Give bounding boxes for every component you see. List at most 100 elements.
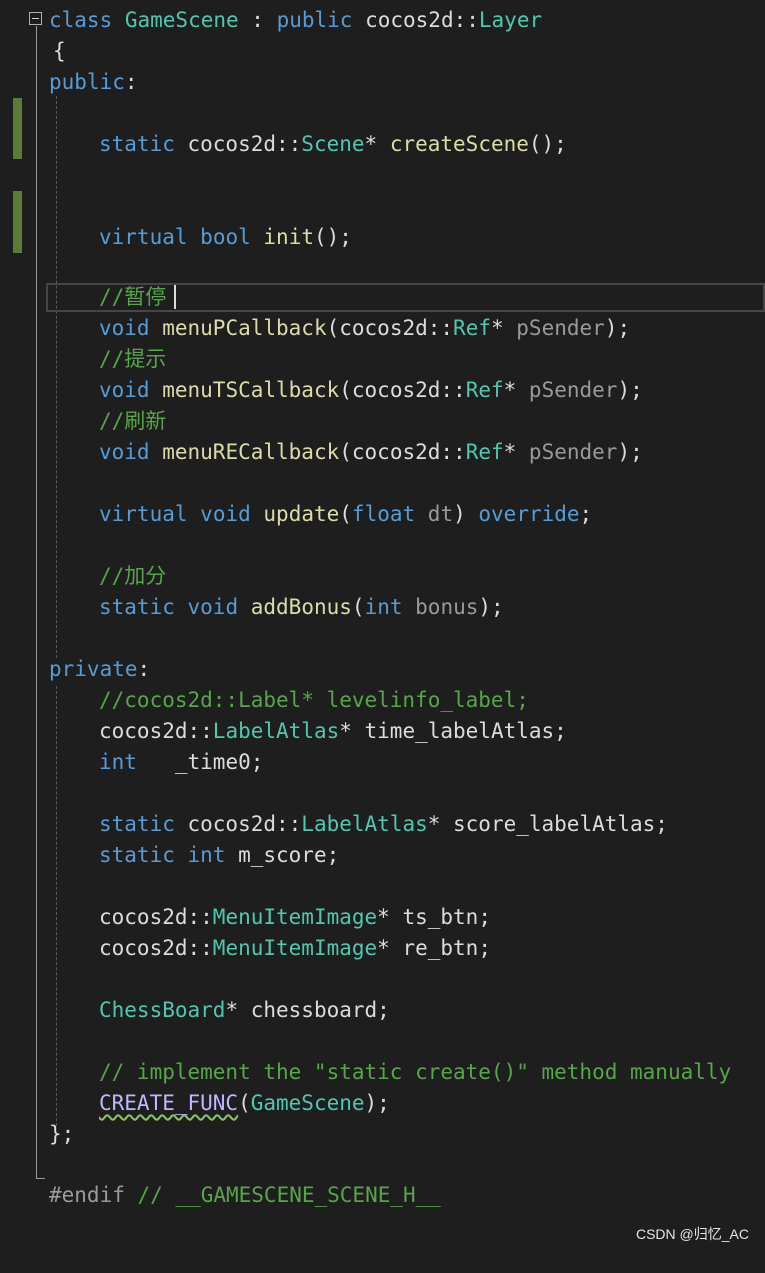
- close-brace: };: [49, 1122, 75, 1146]
- keyword: static: [99, 812, 175, 836]
- punctuation: :: [238, 8, 277, 32]
- punctuation: );: [617, 440, 643, 464]
- code-line-30: cocos2d::MenuItemImage* ts_btn;: [0, 902, 491, 933]
- code-line-27: static cocos2d::LabelAtlas* score_labelA…: [0, 809, 668, 840]
- access-specifier: private: [49, 657, 138, 681]
- type-name: MenuItemImage: [212, 905, 378, 929]
- comment: //加分: [99, 564, 167, 588]
- type-name: Ref: [465, 378, 504, 402]
- type-name: ChessBoard: [99, 998, 226, 1022]
- namespace: cocos2d::: [352, 8, 479, 32]
- punctuation: ): [453, 502, 479, 526]
- type-name: MenuItemImage: [212, 936, 378, 960]
- member-declaration: * chessboard;: [225, 998, 390, 1022]
- keyword: void: [99, 440, 150, 464]
- function-name: init: [263, 225, 314, 249]
- keyword: void: [99, 378, 150, 402]
- keyword: virtual: [99, 502, 188, 526]
- code-line-20: static void addBonus(int bonus);: [0, 592, 504, 623]
- function-name: createScene: [389, 132, 529, 156]
- macro-name: CREATE_FUNC: [99, 1091, 239, 1115]
- punctuation: );: [478, 595, 504, 619]
- code-line-23: //cocos2d::Label* levelinfo_label;: [0, 685, 529, 716]
- type-name: LabelAtlas: [301, 812, 428, 836]
- text-caret: [174, 285, 176, 309]
- punctuation: :: [124, 70, 138, 94]
- code-line-28: static int m_score;: [0, 840, 339, 871]
- keyword: void: [200, 502, 251, 526]
- indent-guide: [56, 96, 57, 658]
- namespace: cocos2d::: [99, 905, 213, 929]
- watermark: CSDN @归忆_AC: [635, 1226, 749, 1242]
- type-name: LabelAtlas: [212, 719, 340, 743]
- namespace: (cocos2d::: [339, 378, 466, 402]
- namespace: (cocos2d::: [339, 440, 466, 464]
- indent-guide: [56, 686, 57, 1126]
- code-line-15: void menuRECallback(cocos2d::Ref* pSende…: [0, 437, 643, 468]
- preprocessor-directive: #endif: [49, 1183, 125, 1207]
- code-line-3: public:: [0, 67, 138, 98]
- keyword: class: [49, 8, 125, 32]
- keyword: static: [99, 595, 175, 619]
- function-name: menuRECallback: [162, 440, 340, 464]
- member-declaration: m_score;: [225, 843, 340, 867]
- keyword: bool: [200, 225, 251, 249]
- code-line-12: //提示: [0, 344, 166, 375]
- code-line-11: void menuPCallback(cocos2d::Ref* pSender…: [0, 313, 630, 344]
- keyword: static: [99, 132, 175, 156]
- punctuation: ;: [579, 502, 593, 526]
- code-line-36: CREATE_FUNC(GameScene);: [0, 1088, 390, 1119]
- parameter: pSender: [528, 378, 618, 402]
- type-name: Layer: [478, 8, 543, 32]
- parameter: bonus: [415, 595, 479, 619]
- comment: //暂停: [99, 285, 167, 309]
- keyword: int: [364, 595, 403, 619]
- punctuation: );: [617, 378, 643, 402]
- keyword: float: [351, 502, 416, 526]
- type-name: Ref: [465, 440, 504, 464]
- namespace: cocos2d::: [174, 812, 302, 836]
- code-line-2: {: [0, 36, 66, 67]
- punctuation: (: [339, 502, 352, 526]
- parameter: pSender: [516, 316, 605, 340]
- punctuation: *: [503, 440, 529, 464]
- keyword: virtual: [99, 225, 188, 249]
- code-line-1: class GameScene : public cocos2d::Layer: [0, 5, 542, 36]
- code-line-19: //加分: [0, 561, 166, 592]
- access-specifier: public: [49, 70, 125, 94]
- code-line-10: //暂停: [0, 282, 176, 313]
- type-name: Ref: [453, 316, 491, 340]
- function-name: menuTSCallback: [162, 378, 340, 402]
- code-line-24: cocos2d::LabelAtlas* time_labelAtlas;: [0, 716, 567, 747]
- function-name: update: [263, 502, 340, 526]
- punctuation: *: [503, 378, 529, 402]
- keyword: public: [276, 8, 353, 32]
- punctuation: (: [351, 595, 365, 619]
- comment: //提示: [99, 347, 167, 371]
- parameter: pSender: [528, 440, 618, 464]
- comment: // implement the "static create()" metho…: [99, 1060, 732, 1084]
- code-editor[interactable]: class GameScene : public cocos2d::Layer …: [0, 0, 765, 1253]
- punctuation: ();: [313, 225, 352, 249]
- keyword: void: [99, 316, 150, 340]
- keyword: void: [187, 595, 239, 619]
- comment: //刷新: [99, 409, 167, 433]
- code-line-25: int _time0;: [0, 747, 263, 778]
- punctuation: ();: [528, 132, 567, 156]
- code-line-17: virtual void update(float dt) override;: [0, 499, 592, 530]
- class-name: GameScene: [124, 8, 239, 32]
- punctuation: *: [490, 316, 517, 340]
- namespace: cocos2d::: [174, 132, 302, 156]
- keyword: static: [99, 843, 175, 867]
- code-line-37: };: [0, 1119, 74, 1150]
